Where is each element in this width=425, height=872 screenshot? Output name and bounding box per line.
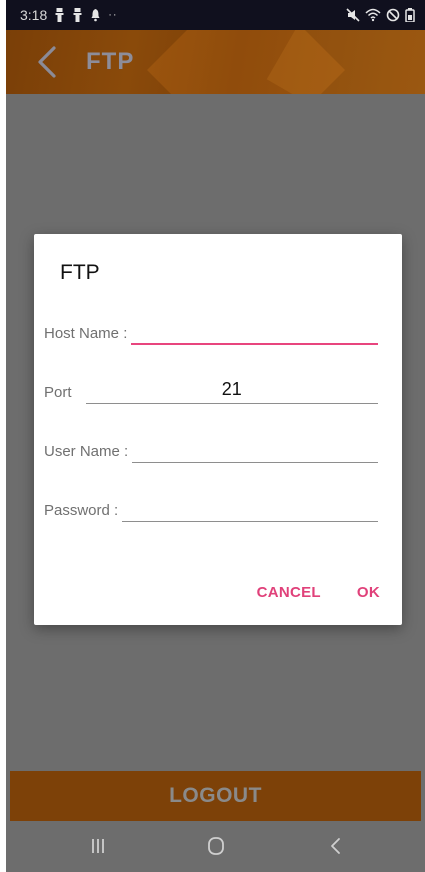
status-bar: 3:18 ··	[6, 0, 425, 30]
mute-icon	[346, 8, 360, 22]
bell-icon	[90, 8, 101, 22]
person-notification-icon	[54, 8, 65, 22]
port-row: Port	[44, 376, 378, 404]
ftp-dialog: FTP Host Name : Port User Name : Passwor…	[34, 234, 402, 625]
do-not-disturb-icon	[386, 8, 400, 22]
status-left: 3:18 ··	[20, 7, 118, 23]
chevron-left-icon	[38, 46, 56, 78]
password-input[interactable]	[122, 496, 378, 522]
user-name-row: User Name :	[44, 435, 378, 463]
password-label: Password :	[44, 502, 119, 519]
person-notification-icon	[72, 8, 83, 22]
user-name-label: User Name :	[44, 443, 129, 460]
status-right	[346, 8, 415, 22]
back-arrow-icon	[331, 838, 340, 854]
home-icon	[208, 837, 224, 855]
host-name-row: Host Name :	[44, 317, 378, 345]
header-decoration	[266, 30, 425, 94]
back-button[interactable]	[32, 44, 62, 80]
status-time: 3:18	[20, 7, 48, 23]
battery-icon	[405, 8, 415, 22]
nav-back-button[interactable]	[316, 831, 356, 861]
recents-icon	[92, 839, 104, 853]
dialog-actions: CANCEL OK	[257, 584, 380, 601]
host-name-label: Host Name :	[44, 325, 128, 342]
recents-button[interactable]	[78, 831, 118, 861]
host-name-input[interactable]	[131, 319, 378, 345]
ok-button[interactable]: OK	[357, 584, 380, 601]
page-title: FTP	[86, 48, 135, 75]
app-screen: 3:18 ·· FTP FTP Host Name: Port 21 User…	[6, 0, 425, 872]
port-label: Port	[44, 384, 72, 401]
dialog-title: FTP	[60, 261, 100, 284]
cancel-button[interactable]: CANCEL	[257, 584, 321, 601]
more-notifications-icon: ··	[108, 9, 118, 21]
port-input[interactable]	[85, 378, 378, 404]
logout-button[interactable]: LOGOUT	[10, 771, 421, 821]
logout-label: LOGOUT	[169, 784, 262, 807]
home-button[interactable]	[196, 831, 236, 861]
app-header: FTP	[6, 30, 425, 94]
system-nav-bar	[6, 821, 425, 872]
password-row: Password :	[44, 494, 378, 522]
user-name-input[interactable]	[132, 437, 378, 463]
wifi-icon	[365, 8, 381, 22]
